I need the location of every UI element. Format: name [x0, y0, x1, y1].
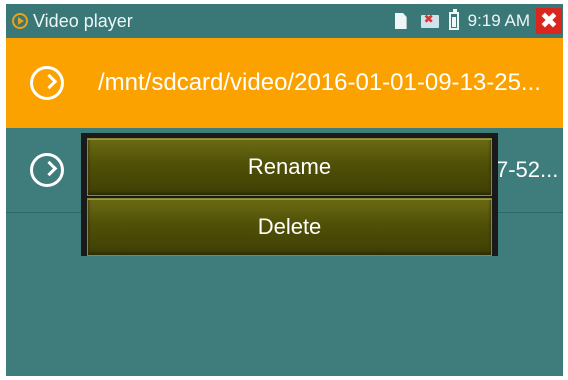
- close-button[interactable]: ✖: [536, 8, 562, 34]
- network-disconnected-icon: [420, 12, 439, 28]
- file-path: /mnt/sdcard/video/2016-01-01-09-13-25...: [98, 69, 541, 96]
- clock: 9:19 AM: [467, 11, 530, 30]
- file-path: 7-52...: [496, 157, 559, 182]
- play-icon[interactable]: [30, 153, 64, 187]
- status-icons: 9:19 AM ✖: [394, 4, 563, 38]
- battery-icon: [448, 9, 459, 30]
- status-bar: Video player 9:19 AM ✖: [6, 4, 563, 38]
- screen: Video player 9:19 AM ✖ /mnt/sdcard/video…: [6, 4, 563, 376]
- app-title: Video player: [33, 10, 133, 31]
- file-list-item-selected[interactable]: /mnt/sdcard/video/2016-01-01-09-13-25...: [6, 38, 563, 128]
- sd-card-icon: [394, 13, 407, 29]
- context-menu: Rename Delete: [81, 133, 498, 256]
- rename-menu-item[interactable]: Rename: [87, 138, 492, 196]
- delete-menu-item[interactable]: Delete: [87, 198, 492, 256]
- video-player-app-icon: [12, 13, 28, 29]
- play-icon[interactable]: [30, 66, 64, 100]
